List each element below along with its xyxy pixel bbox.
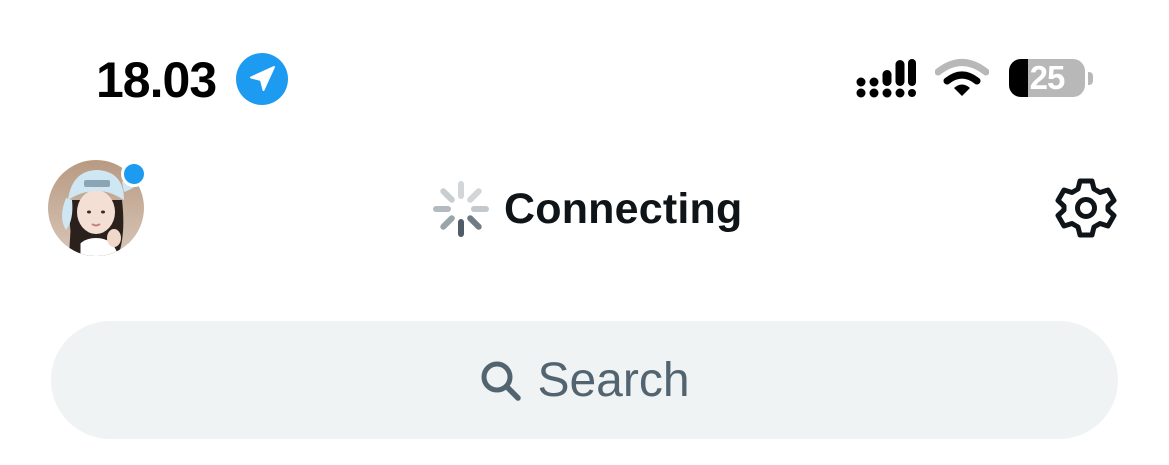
notification-dot (121, 161, 147, 187)
battery-level: 25 (1029, 59, 1066, 96)
status-bar: 18.03 25 (0, 0, 1169, 150)
search-placeholder: Search (537, 353, 690, 407)
gear-icon[interactable] (1052, 176, 1120, 240)
search-input[interactable]: Search (51, 321, 1118, 439)
battery-indicator: 25 (1009, 59, 1093, 99)
battery-cap (1088, 72, 1093, 85)
header-title: Connecting (504, 184, 743, 233)
cellular-signal-icon (856, 59, 916, 98)
wifi-icon (935, 59, 989, 96)
connection-status: Connecting (430, 178, 742, 240)
search-icon (481, 361, 522, 401)
location-arrow-icon (236, 53, 288, 105)
status-time: 18.03 (96, 52, 217, 108)
loading-spinner-icon (433, 181, 489, 237)
